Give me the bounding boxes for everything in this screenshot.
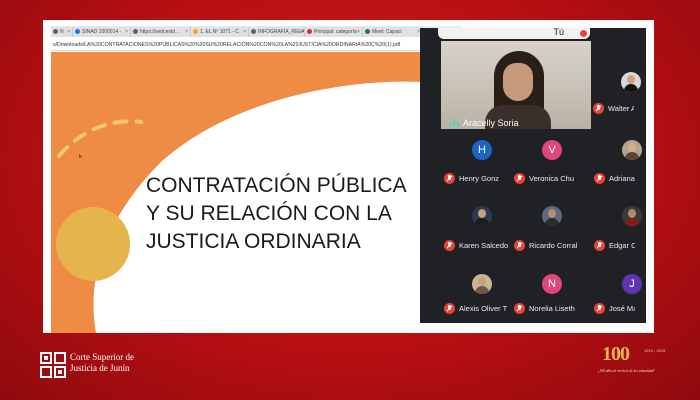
participant-name: Norelia Liseth bbox=[529, 304, 575, 313]
tab-close-icon[interactable]: × bbox=[125, 27, 128, 37]
participant-tile[interactable]: Alexis Oliver T bbox=[442, 28, 522, 314]
slide-title: CONTRATACIÓN PÚBLICA Y SU RELACIÓN CON L… bbox=[146, 172, 446, 256]
tab-favicon-icon bbox=[133, 29, 138, 34]
mic-off-icon bbox=[514, 303, 525, 314]
anniversary-slogan: ¡100 años al servicio de la comunidad! bbox=[598, 369, 655, 373]
mic-off-icon bbox=[444, 173, 455, 184]
tab-close-icon[interactable]: × bbox=[67, 27, 70, 37]
participant-tile[interactable]: J José Ma bbox=[592, 28, 646, 314]
browser-tab[interactable]: https://sedcesb/... × bbox=[131, 27, 191, 37]
anniversary-logo: 100 1919 - 2019 ¡100 años al servicio de… bbox=[596, 343, 666, 379]
browser-tab[interactable]: 1. EL Nº 1071 - C × bbox=[191, 27, 249, 37]
org-name-line2: Justicia de Junín bbox=[70, 363, 130, 373]
browser-tab[interactable]: Principal: categoría × bbox=[305, 27, 363, 37]
browser-tab-bar: N × SINAD 1000014 - × https://sedcesb/... × 1… bbox=[51, 26, 461, 37]
browser-tab[interactable]: Meet: Capaci × bbox=[363, 27, 423, 37]
anniversary-number: 100 bbox=[602, 343, 630, 365]
tab-favicon-icon bbox=[53, 29, 58, 34]
mic-off-icon bbox=[514, 173, 525, 184]
participant-name: Veronica Chu bbox=[529, 174, 575, 183]
browser-tab[interactable]: INFOGRAFÍA_RELA × bbox=[249, 27, 305, 37]
speaker-name: Aracelly Soria bbox=[463, 118, 519, 128]
tab-label: Principal: categoría bbox=[314, 29, 357, 35]
participant-photo bbox=[472, 206, 492, 226]
browser-tab[interactable]: N × bbox=[51, 27, 73, 37]
browser-tab[interactable]: SINAD 1000014 - × bbox=[73, 27, 131, 37]
mic-off-icon bbox=[444, 303, 455, 314]
participant-name: Alexis Oliver T bbox=[459, 304, 508, 313]
slide-title-line: Y SU RELACIÓN CON LA bbox=[146, 202, 392, 225]
tab-close-icon[interactable]: × bbox=[357, 27, 360, 37]
participant-photo bbox=[622, 140, 642, 160]
participant-name: Henry Gonz bbox=[459, 174, 500, 183]
mic-off-icon bbox=[594, 240, 605, 251]
participant-avatar: H bbox=[472, 140, 492, 160]
tab-favicon-icon bbox=[251, 29, 256, 34]
anniversary-years: 1919 - 2019 bbox=[644, 348, 666, 353]
tab-label: N bbox=[60, 29, 64, 35]
tab-label: https://sedcesb/... bbox=[140, 29, 180, 35]
org-name-line1: Corte Superior de bbox=[70, 352, 134, 362]
participant-name: Edgar Ca bbox=[609, 241, 635, 250]
participant-tile[interactable]: N Norelia Liseth bbox=[512, 28, 592, 314]
pdf-slide: CONTRATACIÓN PÚBLICA Y SU RELACIÓN CON L… bbox=[51, 52, 461, 333]
participant-avatar: J bbox=[622, 274, 642, 294]
meet-participants-panel: Tú Aracelly Soria Walter A H Henry Gonz V Ve… bbox=[420, 28, 646, 323]
participant-name: Adriana bbox=[609, 174, 635, 183]
participant-name: Walter A bbox=[608, 104, 634, 113]
tab-close-icon[interactable]: × bbox=[299, 27, 302, 37]
participant-avatar: N bbox=[542, 274, 562, 294]
participant-avatar: V bbox=[542, 140, 562, 160]
tab-label: Meet: Capaci bbox=[372, 29, 402, 35]
tab-close-icon[interactable]: × bbox=[185, 27, 188, 37]
court-emblem-icon bbox=[40, 352, 66, 378]
participant-photo bbox=[472, 274, 492, 294]
tab-favicon-icon bbox=[193, 29, 198, 34]
mic-off-icon bbox=[594, 303, 605, 314]
slide-title-line: JUSTICIA ORDINARIA bbox=[146, 230, 361, 253]
slide-title-line: CONTRATACIÓN PÚBLICA bbox=[146, 174, 407, 197]
tab-label: 1. EL Nº 1071 - C bbox=[200, 29, 239, 35]
tab-favicon-icon bbox=[365, 29, 370, 34]
mic-off-icon bbox=[514, 240, 525, 251]
mic-off-icon bbox=[593, 103, 604, 114]
tab-favicon-icon bbox=[75, 29, 80, 34]
mic-off-icon bbox=[594, 173, 605, 184]
tab-close-icon[interactable]: × bbox=[243, 27, 246, 37]
participant-photo bbox=[542, 206, 562, 226]
participant-photo bbox=[622, 206, 642, 226]
participant-name: Karen Salcedo bbox=[459, 241, 509, 250]
tab-favicon-icon bbox=[307, 29, 312, 34]
participant-name: José Ma bbox=[609, 304, 635, 313]
address-bar[interactable]: s/Downloads/LA%20CONTRATACIONES%20PÚBLIC… bbox=[51, 39, 461, 51]
tab-label: SINAD 1000014 - bbox=[82, 29, 122, 35]
tab-label: INFOGRAFÍA_RELA bbox=[258, 29, 305, 35]
speaking-indicator-icon bbox=[449, 119, 459, 127]
participant-name: Ricardo Corral bbox=[529, 241, 578, 250]
mic-off-icon bbox=[444, 240, 455, 251]
